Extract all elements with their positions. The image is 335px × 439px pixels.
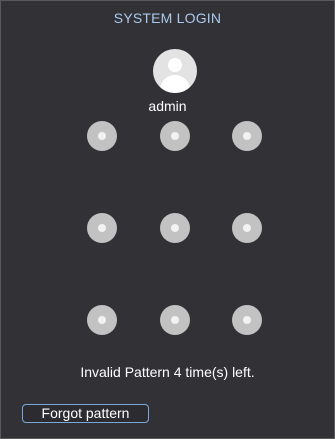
system-login-dialog: SYSTEM LOGIN admin Invalid Pattern 4 tim… <box>0 0 335 439</box>
status-message: Invalid Pattern 4 time(s) left. <box>80 364 255 380</box>
pattern-dot-5[interactable] <box>160 213 190 243</box>
forgot-pattern-button[interactable]: Forgot pattern <box>22 404 149 423</box>
pattern-dot-9[interactable] <box>232 305 262 335</box>
pattern-dot-1[interactable] <box>87 121 117 151</box>
pattern-dot-4[interactable] <box>87 213 117 243</box>
pattern-dot-6[interactable] <box>232 213 262 243</box>
pattern-dot-8[interactable] <box>160 305 190 335</box>
pattern-dot-3[interactable] <box>232 121 262 151</box>
pattern-dot-7[interactable] <box>87 305 117 335</box>
pattern-dot-2[interactable] <box>160 121 190 151</box>
